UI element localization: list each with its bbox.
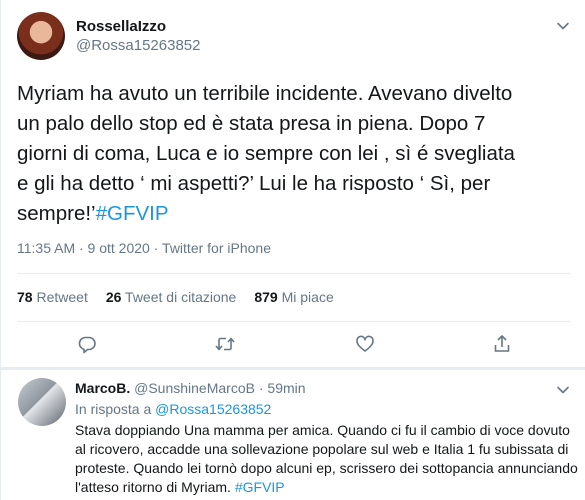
- tweet-stats: 78 Retweet 26 Tweet di citazione 879 Mi …: [17, 289, 334, 305]
- author-handle[interactable]: @Rossa15263852: [76, 37, 200, 54]
- retweets-label: Retweet: [36, 289, 88, 305]
- retweet-button[interactable]: [211, 330, 239, 358]
- reply-body: Stava doppiando Una mamma per amica. Qua…: [75, 422, 578, 495]
- author-name[interactable]: RossellaIzzo: [76, 18, 166, 35]
- share-button[interactable]: [488, 330, 516, 358]
- quotes-stat[interactable]: 26 Tweet di citazione: [106, 289, 237, 305]
- retweets-count: 78: [17, 289, 33, 305]
- reply-time[interactable]: 59min: [267, 380, 305, 396]
- reply-icon: [78, 336, 96, 354]
- like-button[interactable]: [351, 330, 379, 358]
- reply-header: MarcoB. @SunshineMarcoB · 59min: [75, 380, 306, 396]
- tweet-detail: RossellaIzzo @Rossa15263852 Myriam ha av…: [0, 0, 585, 500]
- heart-icon: [356, 335, 374, 352]
- reply-author-avatar[interactable]: [18, 378, 66, 426]
- tweet-actions: [1, 330, 585, 360]
- tweet-source[interactable]: Twitter for iPhone: [162, 240, 271, 256]
- retweets-stat[interactable]: 78 Retweet: [17, 289, 88, 305]
- reply-text: Stava doppiando Una mamma per amica. Qua…: [75, 421, 580, 497]
- meta-separator: ·: [149, 240, 163, 256]
- reply-menu-button[interactable]: [553, 380, 573, 400]
- reply-button[interactable]: [73, 330, 101, 358]
- tweet-hashtag[interactable]: #GFVIP: [96, 202, 169, 225]
- likes-stat[interactable]: 879 Mi piace: [254, 289, 333, 305]
- chevron-down-icon: [557, 386, 569, 394]
- author-avatar[interactable]: [17, 12, 65, 60]
- tweet-menu-button[interactable]: [553, 16, 573, 36]
- likes-label: Mi piace: [281, 289, 334, 305]
- quotes-count: 26: [105, 289, 122, 305]
- reply-separator: ·: [254, 380, 268, 396]
- reply-hashtag[interactable]: #GFVIP: [235, 479, 285, 495]
- likes-count: 879: [254, 289, 278, 305]
- reply-author-name[interactable]: MarcoB.: [75, 380, 130, 396]
- tweet-text: Myriam ha avuto un terribile incidente. …: [17, 79, 577, 229]
- tweet-timestamp[interactable]: 11:35 AM · 9 ott 2020: [17, 240, 150, 256]
- reply-author-handle[interactable]: @SunshineMarcoB: [134, 380, 255, 396]
- in-reply-to: In risposta a @Rossa15263852: [75, 401, 271, 417]
- divider: [17, 273, 570, 274]
- chevron-down-icon: [557, 22, 569, 30]
- retweet-icon: [215, 337, 235, 351]
- in-reply-mention[interactable]: @Rossa15263852: [155, 401, 271, 417]
- share-icon: [494, 335, 510, 352]
- tweet-meta: 11:35 AM · 9 ott 2020 · Twitter for iPho…: [17, 240, 271, 256]
- thread-separator: [1, 367, 585, 370]
- tweet-body: Myriam ha avuto un terribile incidente. …: [17, 82, 515, 225]
- in-reply-prefix: In risposta a: [75, 401, 156, 417]
- quotes-label: Tweet di citazione: [125, 289, 237, 305]
- divider: [17, 321, 570, 322]
